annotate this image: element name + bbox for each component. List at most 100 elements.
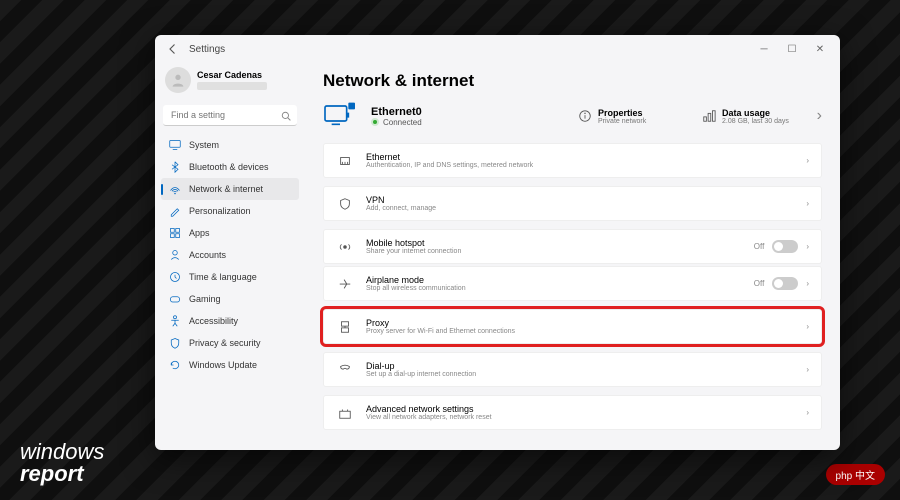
gaming-icon [169,293,181,305]
card-title: Advanced network settings [366,404,794,414]
properties-sub: Private network [598,118,646,125]
card-proxy[interactable]: ProxyProxy server for Wi-Fi and Ethernet… [323,309,822,344]
card-title: Proxy [366,318,794,328]
card-airplane-mode[interactable]: Airplane modeStop all wireless communica… [323,266,822,301]
maximize-button[interactable]: ☐ [778,37,806,61]
sidebar-item-label: System [189,140,219,150]
data-usage-label: Data usage [722,108,789,118]
card-title: VPN [366,195,794,205]
sidebar-item-bluetooth[interactable]: Bluetooth & devices [161,156,299,178]
card-ethernet[interactable]: EthernetAuthentication, IP and DNS setti… [323,143,822,178]
properties-label: Properties [598,108,646,118]
connection-summary: Ethernet0 Connected Properties Private n… [323,101,822,131]
sidebar-item-gaming[interactable]: Gaming [161,288,299,310]
sidebar-item-time[interactable]: Time & language [161,266,299,288]
sidebar-item-label: Windows Update [189,360,257,370]
chevron-right-icon: › [806,365,809,374]
status-dot-icon [371,118,379,126]
card-sub: Set up a dial-up internet connection [366,371,794,378]
user-email-redacted [197,82,267,90]
back-arrow-icon [167,43,179,55]
chevron-right-icon: › [806,242,809,251]
back-button[interactable] [161,43,185,55]
sidebar-item-accessibility[interactable]: Accessibility [161,310,299,332]
sidebar-item-personalization[interactable]: Personalization [161,200,299,222]
personalization-icon [169,205,181,217]
page-title: Network & internet [323,71,822,91]
card-title: Ethernet [366,152,794,162]
sidebar-item-accounts[interactable]: Accounts [161,244,299,266]
info-icon [578,109,592,123]
card-title: Dial-up [366,361,794,371]
chart-icon [702,109,716,123]
card-mobile-hotspot[interactable]: Mobile hotspotShare your internet connec… [323,229,822,264]
properties-link[interactable]: Properties Private network [578,108,688,125]
shield-icon [169,337,181,349]
toggle-switch[interactable] [772,240,798,253]
close-button[interactable]: ✕ [806,37,834,61]
avatar [165,67,191,93]
user-name: Cesar Cadenas [197,70,267,80]
sidebar: Cesar Cadenas System Bluetooth & devices… [155,63,305,450]
system-icon [169,139,181,151]
chevron-right-icon: › [817,107,822,125]
update-icon [169,359,181,371]
window-title: Settings [189,44,225,55]
ethernet-icon [336,154,354,168]
hotspot-icon [336,240,354,254]
bluetooth-icon [169,161,181,173]
chevron-right-icon: › [806,199,809,208]
sidebar-item-label: Bluetooth & devices [189,162,269,172]
card-title: Mobile hotspot [366,238,742,248]
card-sub: Authentication, IP and DNS settings, met… [366,162,794,169]
card-sub: View all network adapters, network reset [366,414,794,421]
card-sub: Add, connect, manage [366,205,794,212]
card-dialup[interactable]: Dial-upSet up a dial-up internet connect… [323,352,822,387]
dialup-icon [336,363,354,377]
advanced-icon [336,406,354,420]
card-advanced-network[interactable]: Advanced network settingsView all networ… [323,395,822,430]
connection-status: Connected [371,118,422,127]
sidebar-item-label: Personalization [189,206,251,216]
toggle-label: Off [754,279,765,288]
sidebar-item-label: Network & internet [189,184,263,194]
sidebar-item-apps[interactable]: Apps [161,222,299,244]
chevron-right-icon: › [806,279,809,288]
settings-window: Settings ─ ☐ ✕ Cesar Cadenas [155,35,840,450]
connection-info: Ethernet0 Connected [371,106,422,127]
sidebar-item-privacy[interactable]: Privacy & security [161,332,299,354]
toggle-switch[interactable] [772,277,798,290]
computer-icon [323,101,357,131]
sidebar-item-system[interactable]: System [161,134,299,156]
sidebar-item-update[interactable]: Windows Update [161,354,299,376]
chevron-right-icon: › [806,322,809,331]
user-profile[interactable]: Cesar Cadenas [161,63,299,101]
sidebar-item-network[interactable]: Network & internet [161,178,299,200]
titlebar: Settings ─ ☐ ✕ [155,35,840,63]
adapter-name: Ethernet0 [371,106,422,118]
search-icon [281,111,291,121]
chevron-right-icon: › [806,156,809,165]
person-icon [170,72,186,88]
watermark-php: php 中文 [826,464,885,485]
minimize-button[interactable]: ─ [750,37,778,61]
card-sub: Proxy server for Wi-Fi and Ethernet conn… [366,328,794,335]
proxy-icon [336,320,354,334]
search-wrap [163,105,297,126]
vpn-icon [336,197,354,211]
clock-icon [169,271,181,283]
search-input[interactable] [163,105,297,126]
network-icon [169,183,181,195]
accessibility-icon [169,315,181,327]
sidebar-item-label: Privacy & security [189,338,261,348]
sidebar-item-label: Gaming [189,294,221,304]
card-vpn[interactable]: VPNAdd, connect, manage › [323,186,822,221]
watermark-windowsreport: windows report [20,441,104,485]
card-title: Airplane mode [366,275,742,285]
data-usage-link[interactable]: Data usage 2.08 GB, last 30 days › [702,107,822,125]
card-sub: Share your internet connection [366,248,742,255]
sidebar-item-label: Accessibility [189,316,238,326]
sidebar-item-label: Time & language [189,272,257,282]
main-content: Network & internet Ethernet0 Connected P… [305,63,840,450]
toggle-label: Off [754,242,765,251]
